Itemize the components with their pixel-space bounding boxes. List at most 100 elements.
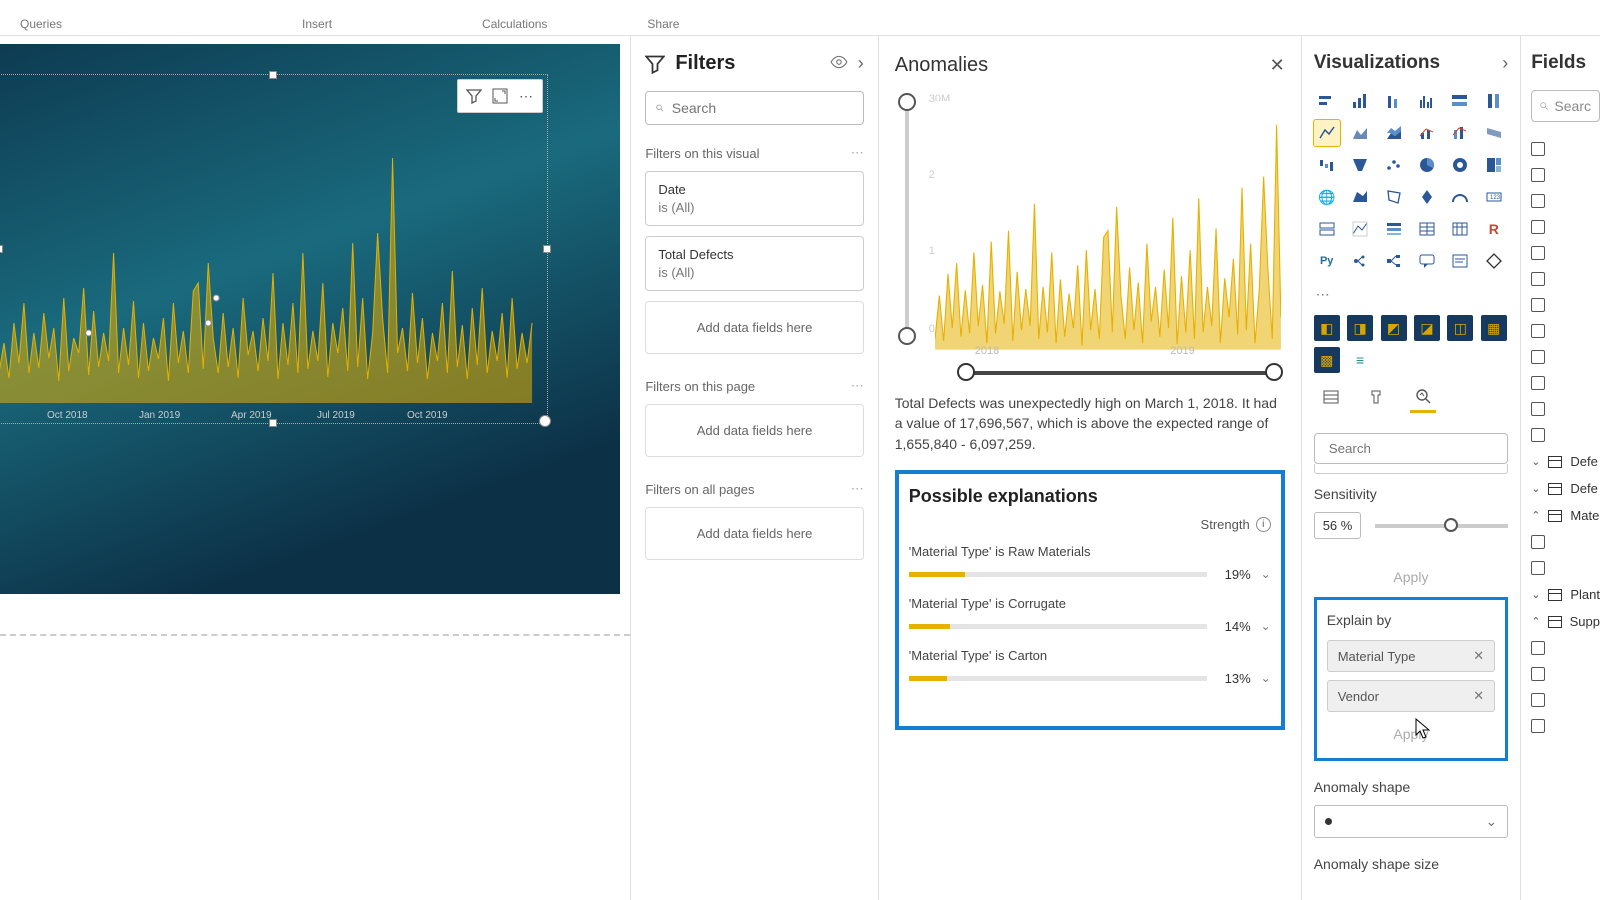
custom-visual-icon[interactable]: ◩ [1381,315,1407,341]
info-icon[interactable]: i [1256,517,1271,532]
field-row[interactable] [1531,422,1600,448]
selected-visual[interactable]: ⋯ Oct 2018 Jan 2019 Apr 2019 Jul 2019 Oc… [0,74,548,424]
azure-map-icon[interactable] [1414,184,1440,210]
drop-page-filters[interactable]: Add data fields here [645,404,863,457]
line-column-icon[interactable] [1414,120,1440,146]
apply-button[interactable]: Apply [1327,720,1495,748]
card-icon[interactable]: 123 [1481,184,1507,210]
explain-field-vendor[interactable]: Vendor ✕ [1327,680,1495,712]
custom-visual-icon[interactable]: ◫ [1447,315,1473,341]
key-influencers-icon[interactable] [1347,248,1373,274]
chevron-down-icon[interactable]: ⌄ [1261,671,1271,685]
kpi-icon[interactable] [1347,216,1373,242]
slicer-icon[interactable] [1381,216,1407,242]
viz-search-input[interactable] [1329,441,1506,456]
qa-icon[interactable] [1414,248,1440,274]
drop-all-filters[interactable]: Add data fields here [645,507,863,560]
stacked-column-icon[interactable] [1381,88,1407,114]
field-row[interactable] [1531,188,1600,214]
decomposition-icon[interactable] [1381,248,1407,274]
clustered-bar-icon[interactable] [1347,88,1373,114]
treemap-icon[interactable] [1481,152,1507,178]
viz-search[interactable] [1314,433,1508,464]
collapse-icon[interactable]: › [858,53,864,74]
area-chart-icon[interactable] [1347,120,1373,146]
ribbon-chart-icon[interactable] [1481,120,1507,146]
eye-icon[interactable] [830,53,848,74]
collapse-icon[interactable]: › [1502,53,1508,74]
more-visuals-icon[interactable]: ⋯ [1314,282,1508,315]
stacked-area-icon[interactable] [1381,120,1407,146]
chevron-down-icon[interactable]: ⌄ [1261,567,1271,581]
stacked-bar-icon[interactable] [1314,88,1340,114]
fields-search[interactable]: Searc [1531,90,1600,122]
field-row[interactable] [1531,266,1600,292]
line-stacked-icon[interactable] [1447,120,1473,146]
focus-mode-icon[interactable] [488,84,512,108]
filters-search-input[interactable] [672,100,853,116]
custom-visual-icon[interactable]: ◪ [1414,315,1440,341]
hundred-column-icon[interactable] [1481,88,1507,114]
fields-tab-icon[interactable] [1318,387,1344,413]
field-row[interactable] [1531,555,1600,581]
explanation-item[interactable]: 'Material Type' is Raw Materials 19%⌄ [909,544,1271,582]
explain-field-material-type[interactable]: Material Type ✕ [1327,640,1495,672]
filter-card-total-defects[interactable]: Total Defects is (All) [645,236,863,291]
field-row[interactable] [1531,344,1600,370]
r-visual-icon[interactable]: R [1481,216,1507,242]
custom-visual-icon[interactable]: ≡ [1347,347,1373,373]
y-range-handle-bottom[interactable] [898,327,916,345]
time-handle-right[interactable] [1265,363,1283,381]
more-icon[interactable]: ⋯ [851,378,864,394]
field-row[interactable] [1531,396,1600,422]
format-tab-icon[interactable] [1364,387,1390,413]
remove-icon[interactable]: ✕ [1473,688,1484,704]
close-icon[interactable]: ✕ [1270,55,1285,76]
field-row[interactable] [1531,713,1600,739]
hundred-bar-icon[interactable] [1447,88,1473,114]
more-icon[interactable]: ⋯ [851,145,864,161]
line-chart-visual[interactable] [0,123,547,403]
more-icon[interactable]: ⋯ [851,481,864,497]
field-table-mate[interactable]: ⌃Mate [1531,502,1600,529]
time-handle-left[interactable] [957,363,975,381]
custom-visual-icon[interactable]: ◨ [1347,315,1373,341]
shape-map-icon[interactable] [1381,184,1407,210]
sensitivity-slider[interactable] [1375,524,1508,528]
sensitivity-value[interactable]: 56 % [1314,512,1362,539]
gauge-icon[interactable] [1447,184,1473,210]
y-range-handle-top[interactable] [898,93,916,111]
field-row[interactable] [1531,687,1600,713]
matrix-icon[interactable] [1447,216,1473,242]
field-row[interactable] [1531,661,1600,687]
drop-visual-filters[interactable]: Add data fields here [645,301,863,354]
explanation-item[interactable]: 'Material Type' is Corrugate 14%⌄ [909,596,1271,634]
scatter-icon[interactable] [1381,152,1407,178]
chevron-down-icon[interactable]: ⌄ [1261,619,1271,633]
narrative-icon[interactable] [1447,248,1473,274]
remove-icon[interactable]: ✕ [1473,648,1484,664]
field-row[interactable] [1531,292,1600,318]
anomaly-shape-select[interactable]: ⌄ [1314,805,1508,838]
analytics-tab-icon[interactable] [1410,387,1436,413]
waterfall-icon[interactable] [1314,152,1340,178]
field-row[interactable] [1531,529,1600,555]
more-options-icon[interactable]: ⋯ [514,84,538,108]
custom-visual-icon[interactable]: ▦ [1481,315,1507,341]
field-row[interactable] [1531,370,1600,396]
field-row[interactable] [1531,162,1600,188]
field-table-defe[interactable]: ⌄Defe [1531,475,1600,502]
explanation-item[interactable]: 'Material Type' is Carton 13%⌄ [909,648,1271,686]
field-table-defe[interactable]: ⌄Defe [1531,448,1600,475]
funnel-icon[interactable] [1347,152,1373,178]
field-table-supp[interactable]: ⌃Supp [1531,608,1600,635]
filter-icon[interactable] [462,84,486,108]
custom-visual-icon[interactable]: ▩ [1314,347,1340,373]
donut-icon[interactable] [1447,152,1473,178]
python-visual-icon[interactable]: Py [1314,248,1340,274]
map-icon[interactable]: 🌐 [1314,184,1340,210]
field-row[interactable] [1531,240,1600,266]
paginated-icon[interactable] [1481,248,1507,274]
field-row[interactable] [1531,635,1600,661]
time-range-slider[interactable] [965,371,1275,375]
